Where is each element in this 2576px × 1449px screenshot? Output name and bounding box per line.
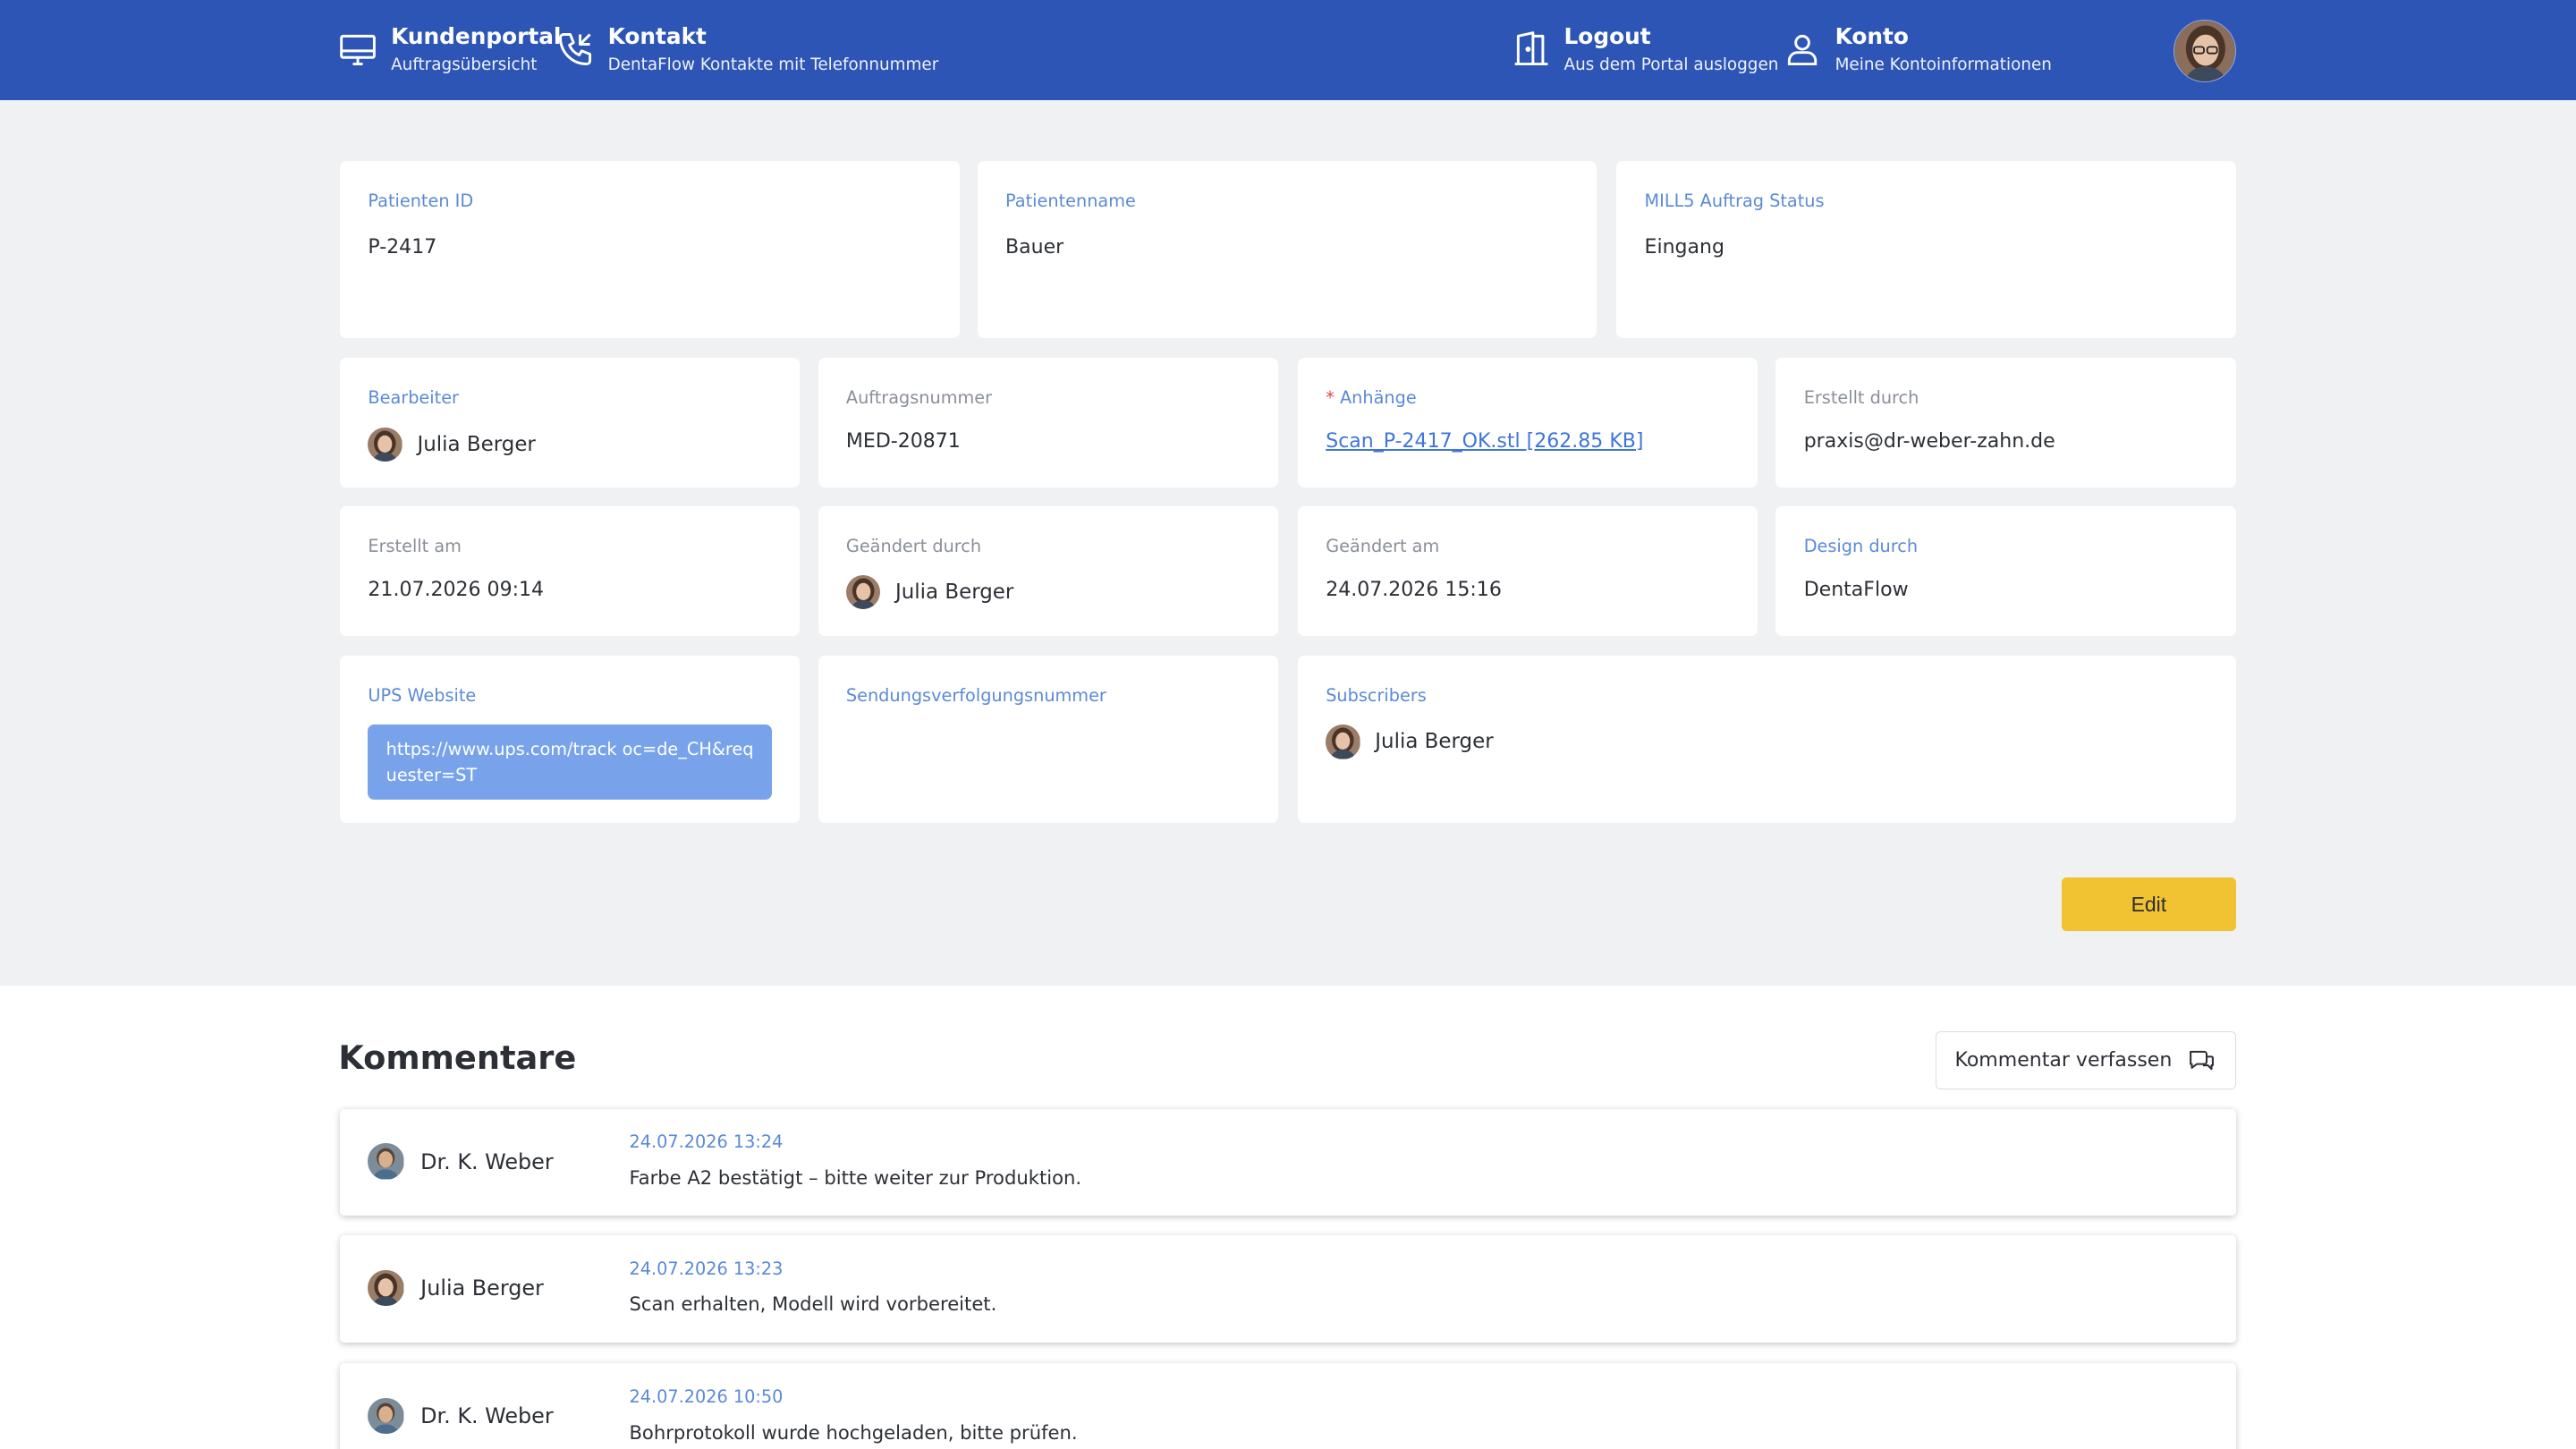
field-created-at: Erstellt am 21.07.2026 09:14 (340, 505, 801, 636)
attachment-link[interactable]: Scan_P-2417_OK.stl [262.85 KB] (1326, 430, 1643, 453)
field-order-status: MILL5 Auftrag Status Eingang (1616, 160, 2236, 339)
nav-kontakt-title: Kontakt (607, 22, 707, 49)
field-value: Eingang (1644, 236, 1724, 259)
user-avatar[interactable] (2173, 20, 2236, 82)
avatar (368, 427, 402, 462)
comment-item: Dr. K. Weber 24.07.2026 10:50 Bohrprotok… (340, 1363, 2236, 1449)
comment-text: Farbe A2 bestätigt – bitte weiter zur Pr… (629, 1166, 1082, 1190)
top-navigation-bar: Kundenportal Auftragsübersicht Kontakt D… (0, 0, 2576, 101)
field-label: * Anhänge (1326, 387, 1416, 408)
comment-item: Dr. K. Weber 24.07.2026 13:24 Farbe A2 b… (340, 1108, 2236, 1216)
nav-konto[interactable]: Konto Meine Kontoinformationen (1783, 21, 2052, 77)
field-changed-at: Geändert am 24.07.2026 15:16 (1297, 505, 1758, 636)
avatar (368, 1269, 404, 1307)
field-label: Geändert durch (845, 535, 982, 556)
write-comment-button[interactable]: Kommentar verfassen (1935, 1031, 2236, 1089)
field-label: MILL5 Auftrag Status (1644, 191, 1825, 212)
nav-kundenportal-subtitle: Auftragsübersicht (391, 55, 538, 74)
attachments-label: Anhänge (1339, 387, 1417, 409)
comment-item: Julia Berger 24.07.2026 13:23 Scan erhal… (340, 1235, 2236, 1343)
field-label: Sendungsverfolgungsnummer (845, 684, 1106, 706)
nav-logout-subtitle: Aus dem Portal ausloggen (1563, 55, 1779, 74)
nav-kundenportal[interactable]: Kundenportal Auftragsübersicht (338, 21, 561, 77)
nav-kundenportal-title: Kundenportal (391, 22, 562, 49)
field-patient-name: Patientenname Bauer (977, 160, 1597, 339)
nav-logout-title: Logout (1563, 22, 1651, 49)
avatar (845, 574, 881, 610)
door-icon (1512, 30, 1551, 69)
field-design-by: Design durch DentaFlow (1775, 505, 2236, 636)
ups-link-box[interactable]: https://www.ups.com/track oc=de_CH&reque… (368, 724, 773, 801)
field-label: Erstellt am (368, 535, 462, 556)
field-subscribers: Subscribers Julia Berger (1297, 655, 2236, 824)
comment-timestamp: 24.07.2026 10:50 (629, 1386, 784, 1408)
avatar (368, 1398, 404, 1435)
comment-text: Bohrprotokoll wurde hochgeladen, bitte p… (629, 1420, 1078, 1444)
write-comment-label: Kommentar verfassen (1954, 1049, 2173, 1072)
comment-text: Scan erhalten, Modell wird vorbereitet. (629, 1292, 997, 1316)
monitor-icon (338, 30, 377, 69)
required-mark: * (1326, 387, 1335, 409)
field-label: Auftragsnummer (845, 387, 992, 409)
field-value: Bauer (1005, 236, 1064, 259)
comment-author: Julia Berger (368, 1269, 544, 1307)
field-value: DentaFlow (1803, 578, 1909, 601)
changed-by-person: Julia Berger (845, 574, 1014, 610)
field-label: Bearbeiter (368, 387, 459, 409)
field-label: Subscribers (1326, 684, 1427, 706)
field-value: praxis@dr-weber-zahn.de (1803, 430, 2055, 453)
field-ups-website: UPS Website https://www.ups.com/track oc… (340, 655, 801, 824)
avatar (1326, 724, 1360, 759)
comment-author-name: Dr. K. Weber (420, 1403, 554, 1429)
field-order-number: Auftragsnummer MED-20871 (818, 358, 1278, 488)
comment-timestamp: 24.07.2026 13:24 (629, 1131, 784, 1153)
field-value: 24.07.2026 15:16 (1326, 578, 1502, 601)
field-label: UPS Website (368, 684, 477, 706)
comment-author-name: Julia Berger (420, 1275, 544, 1301)
field-patient-id: Patienten ID P-2417 (340, 160, 960, 339)
phone-icon (555, 30, 595, 69)
nav-logout[interactable]: Logout Aus dem Portal ausloggen (1512, 21, 1779, 77)
field-editor: Bearbeiter Julia Berger (340, 358, 801, 488)
comment-author-name: Dr. K. Weber (420, 1148, 554, 1174)
field-attachments: * Anhänge Scan_P-2417_OK.stl [262.85 KB] (1297, 358, 1758, 488)
field-value: 21.07.2026 09:14 (368, 578, 545, 601)
field-value: P-2417 (368, 236, 437, 259)
field-label: Erstellt durch (1803, 387, 1919, 409)
field-changed-by: Geändert durch Julia Berger (818, 505, 1278, 636)
field-label: Geändert am (1326, 535, 1440, 556)
editor-name: Julia Berger (417, 432, 536, 456)
avatar (368, 1143, 404, 1180)
nav-kontakt[interactable]: Kontakt DentaFlow Kontakte mit Telefonnu… (555, 21, 938, 77)
nav-konto-title: Konto (1835, 22, 1909, 49)
field-tracking-number: Sendungsverfolgungsnummer (818, 655, 1278, 824)
field-value: MED-20871 (845, 430, 961, 453)
subscriber-person: Julia Berger (1326, 724, 1494, 759)
field-label: Design durch (1803, 535, 1919, 556)
comments-title: Kommentare (338, 1038, 577, 1077)
field-created-by: Erstellt durch praxis@dr-weber-zahn.de (1775, 358, 2236, 488)
nav-kontakt-subtitle: DentaFlow Kontakte mit Telefonnummer (607, 55, 939, 74)
edit-button[interactable]: Edit (2062, 877, 2236, 932)
changed-by-name: Julia Berger (894, 580, 1014, 605)
chat-bubbles-icon (2189, 1050, 2214, 1071)
comment-author: Dr. K. Weber (368, 1143, 554, 1180)
field-label: Patientenname (1005, 191, 1136, 212)
comment-author: Dr. K. Weber (368, 1398, 554, 1435)
field-label: Patienten ID (368, 191, 474, 212)
editor-person: Julia Berger (368, 427, 536, 462)
comment-timestamp: 24.07.2026 13:23 (629, 1258, 784, 1279)
user-icon (1783, 30, 1822, 69)
nav-konto-subtitle: Meine Kontoinformationen (1835, 55, 2052, 74)
field-value: Scan_P-2417_OK.stl [262.85 KB] (1326, 430, 1643, 453)
subscriber-name: Julia Berger (1375, 730, 1494, 754)
